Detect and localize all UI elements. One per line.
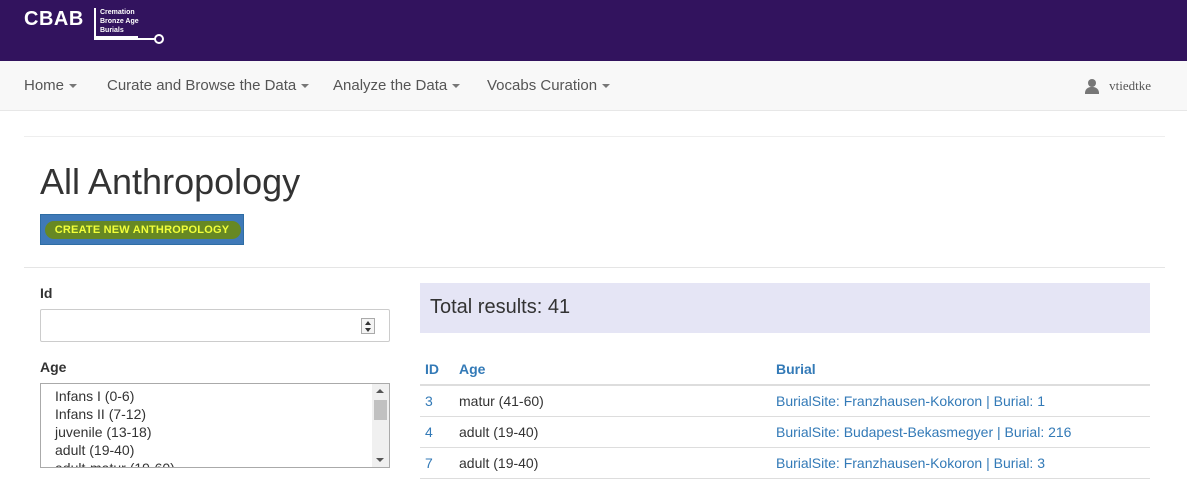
logo-text: CBAB bbox=[24, 8, 84, 30]
row-id-link[interactable]: 3 bbox=[425, 393, 433, 409]
results-table-header: ID Age Burial bbox=[420, 357, 1150, 386]
user-menu[interactable]: vtiedtke bbox=[1085, 78, 1151, 94]
page-title: All Anthropology bbox=[40, 161, 301, 202]
column-burial[interactable]: Burial bbox=[776, 361, 816, 377]
nav-home[interactable]: Home bbox=[24, 77, 78, 94]
table-row: 7 adult (19-40) BurialSite: Franzhausen-… bbox=[420, 448, 1150, 479]
table-row: 4 adult (19-40) BurialSite: Budapest-Bek… bbox=[420, 417, 1150, 448]
nav-analyze[interactable]: Analyze the Data bbox=[333, 77, 461, 94]
age-filter-select[interactable]: Infans I (0-6) Infans II (7-12) juvenile… bbox=[40, 383, 390, 468]
nav-vocabs-curation-label: Vocabs Curation bbox=[487, 77, 598, 94]
nav-home-label: Home bbox=[24, 77, 65, 94]
create-new-anthropology-button[interactable]: CREATE NEW ANTHROPOLOGY bbox=[40, 214, 244, 245]
caret-down-icon bbox=[69, 84, 78, 89]
scroll-up-icon[interactable] bbox=[376, 389, 384, 393]
logo-dot bbox=[154, 34, 164, 44]
row-age: adult (19-40) bbox=[459, 455, 539, 471]
age-option[interactable]: adult (19-40) bbox=[55, 442, 134, 458]
nav-analyze-label: Analyze the Data bbox=[333, 77, 448, 94]
age-label: Age bbox=[40, 359, 67, 375]
total-results: Total results: 41 bbox=[420, 283, 1150, 333]
nav-vocabs-curation[interactable]: Vocabs Curation bbox=[487, 77, 611, 94]
age-option[interactable]: juvenile (13-18) bbox=[55, 424, 152, 440]
age-option[interactable]: Infans I (0-6) bbox=[55, 388, 134, 404]
row-burial-link[interactable]: BurialSite: Budapest-Bekasmegyer | Buria… bbox=[776, 424, 1071, 440]
scroll-thumb[interactable] bbox=[374, 400, 387, 420]
row-burial-link[interactable]: BurialSite: Franzhausen-Kokoron | Burial… bbox=[776, 393, 1045, 409]
age-option[interactable]: Infans II (7-12) bbox=[55, 406, 146, 422]
logo-subtext: Cremation Bronze Age Burials bbox=[100, 9, 139, 34]
username: vtiedtke bbox=[1109, 78, 1151, 93]
caret-down-icon bbox=[452, 84, 461, 89]
row-id-link[interactable]: 4 bbox=[425, 424, 433, 440]
caret-down-icon bbox=[301, 84, 310, 89]
row-age: adult (19-40) bbox=[459, 424, 539, 440]
column-id[interactable]: ID bbox=[425, 361, 439, 377]
scroll-down-icon[interactable] bbox=[376, 458, 384, 462]
row-age: matur (41-60) bbox=[459, 393, 544, 409]
column-age[interactable]: Age bbox=[459, 361, 485, 377]
age-list-scrollbar[interactable] bbox=[372, 384, 389, 467]
site-header: CBAB Cremation Bronze Age Burials bbox=[0, 0, 1187, 61]
age-option[interactable]: adult-matur (19-60) bbox=[55, 460, 175, 467]
id-filter-input[interactable] bbox=[40, 309, 390, 342]
logo-line bbox=[94, 38, 156, 40]
main-panel: All Anthropology CREATE NEW ANTHROPOLOGY… bbox=[24, 136, 1165, 484]
divider bbox=[24, 267, 1165, 268]
number-spinner-icon[interactable] bbox=[361, 318, 375, 334]
create-button-label: CREATE NEW ANTHROPOLOGY bbox=[54, 223, 230, 236]
row-burial-link[interactable]: BurialSite: Franzhausen-Kokoron | Burial… bbox=[776, 455, 1045, 471]
caret-down-icon bbox=[602, 84, 611, 89]
main-navbar: Home Curate and Browse the Data Analyze … bbox=[0, 61, 1187, 111]
row-id-link[interactable]: 7 bbox=[425, 455, 433, 471]
cbab-logo[interactable]: CBAB Cremation Bronze Age Burials bbox=[24, 8, 174, 48]
id-label: Id bbox=[40, 285, 53, 301]
nav-curate-browse[interactable]: Curate and Browse the Data bbox=[107, 77, 310, 94]
user-icon bbox=[1085, 78, 1100, 94]
table-row: 3 matur (41-60) BurialSite: Franzhausen-… bbox=[420, 386, 1150, 417]
nav-curate-browse-label: Curate and Browse the Data bbox=[107, 77, 297, 94]
